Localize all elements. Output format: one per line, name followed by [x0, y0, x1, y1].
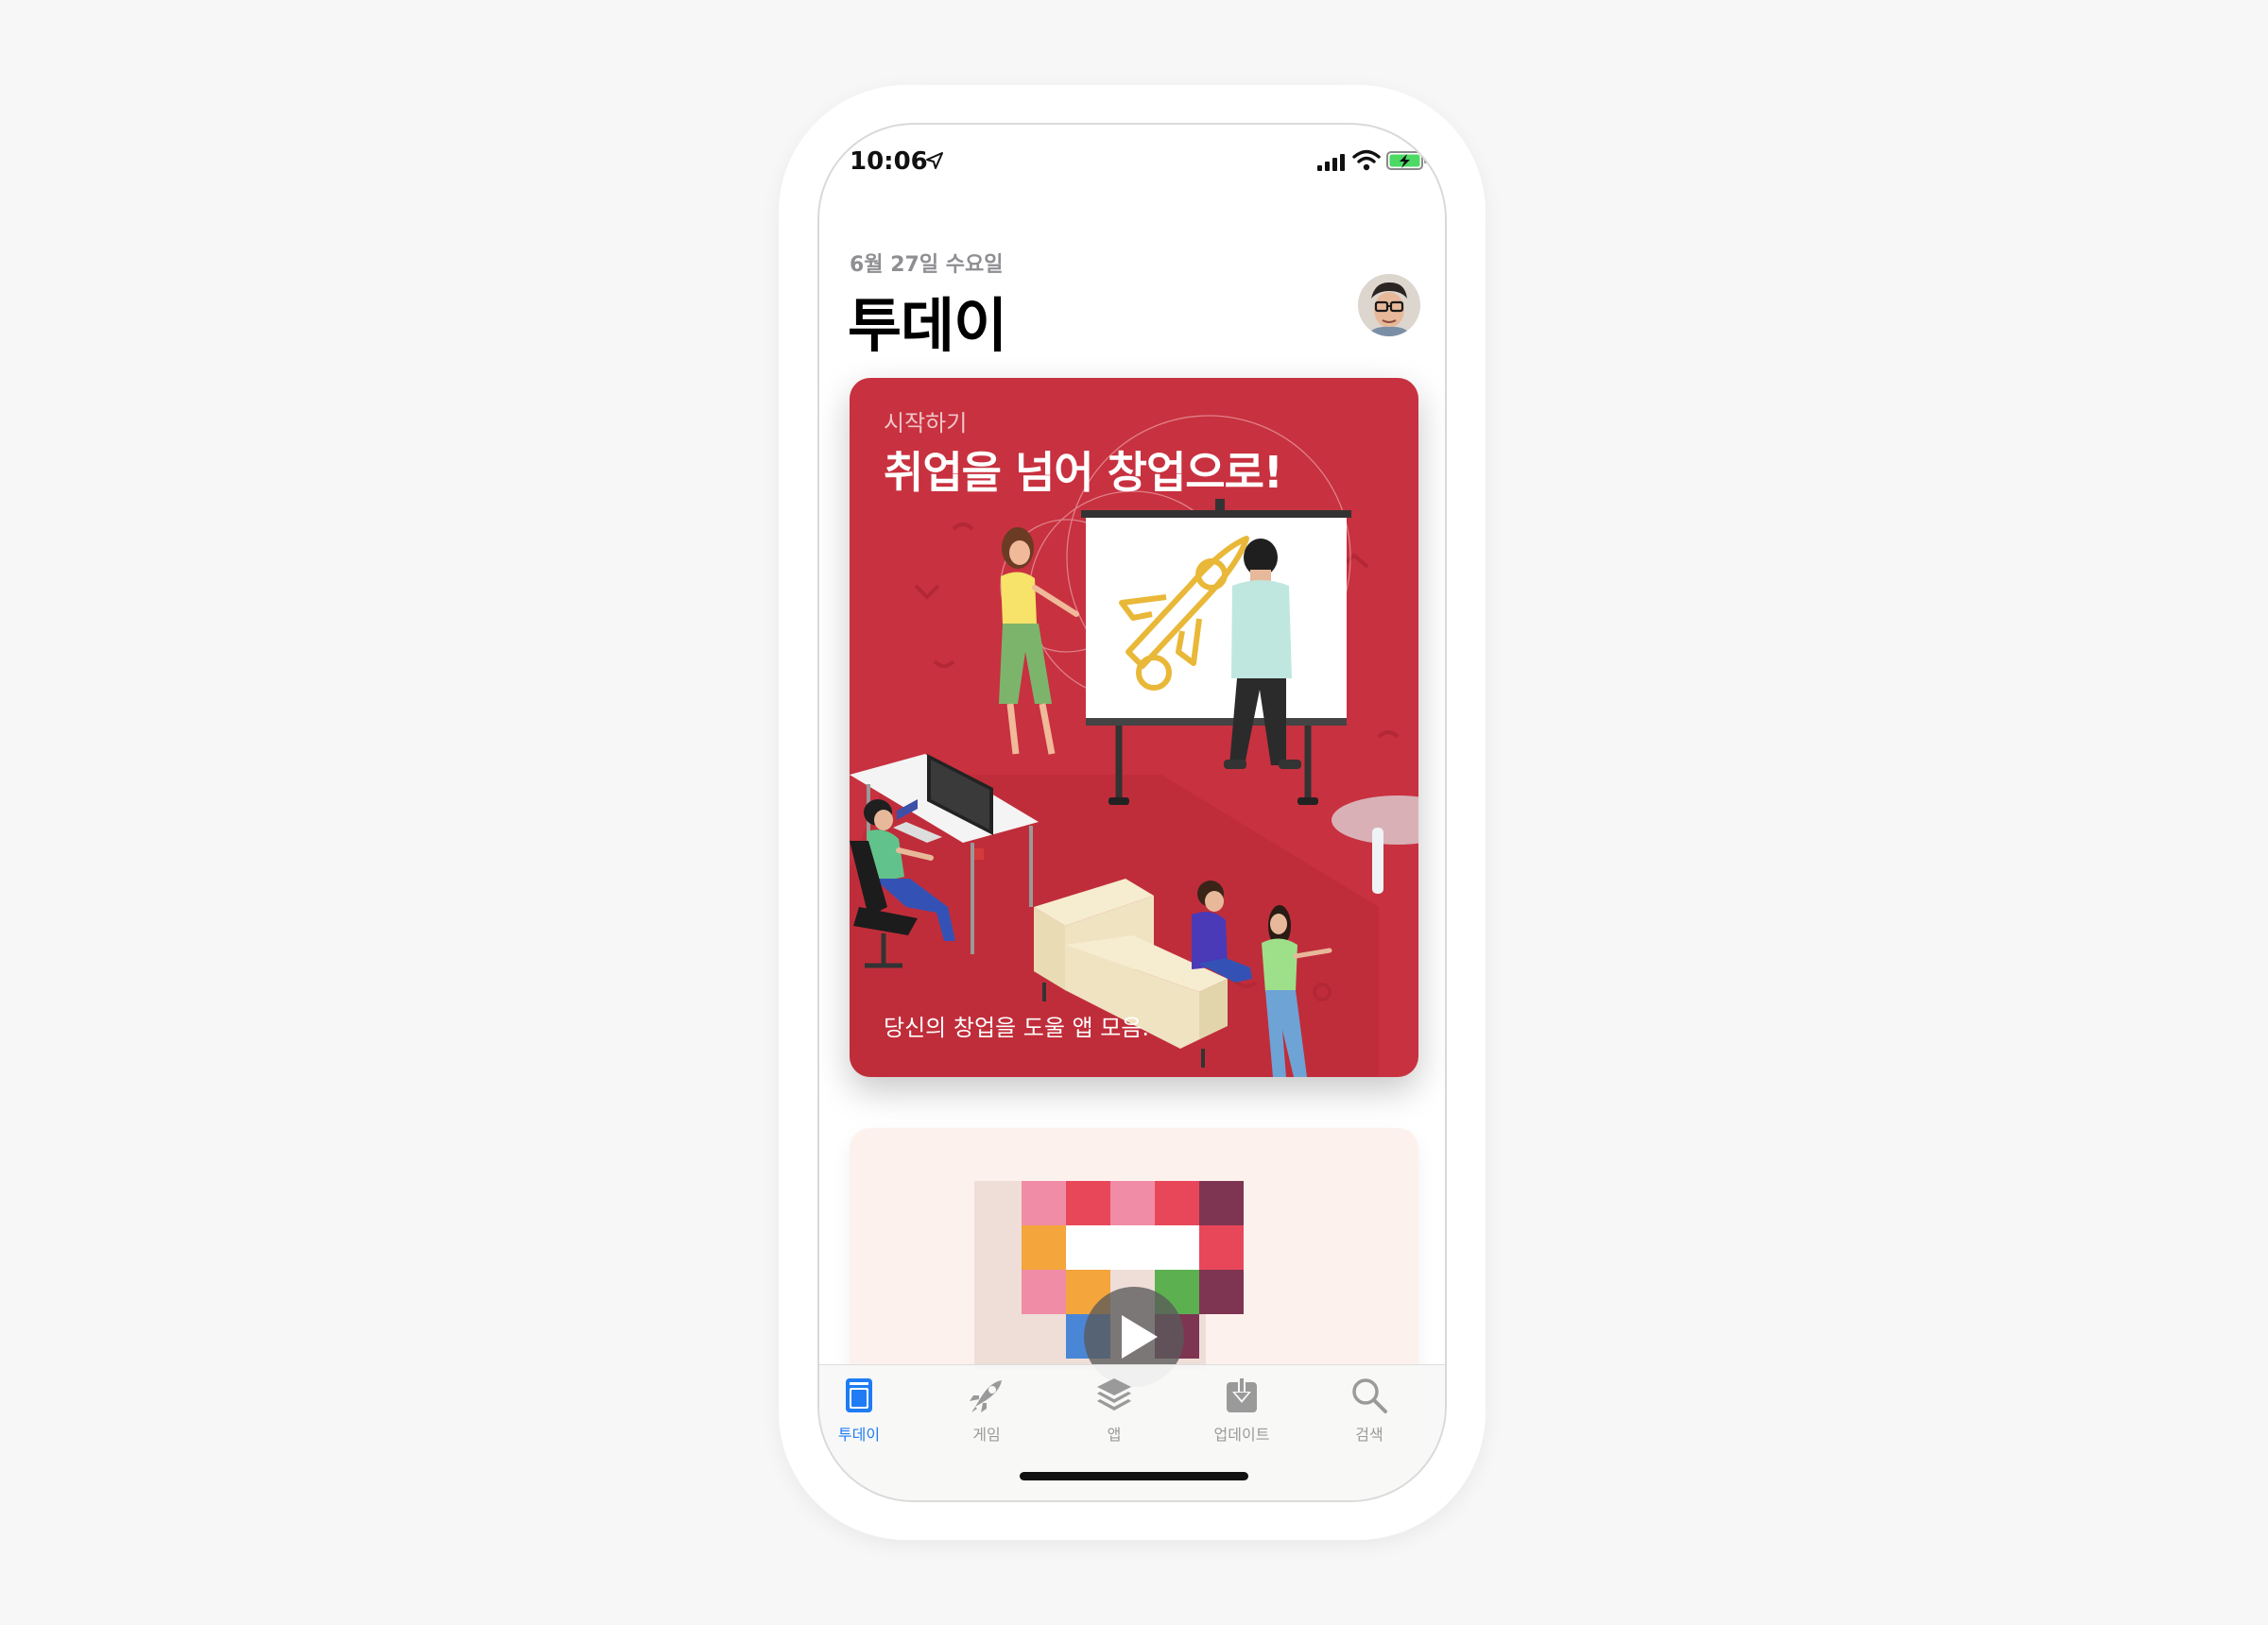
search-icon [1352, 1378, 1387, 1413]
page-title: 투데이 [848, 291, 1007, 360]
download-icon [1227, 1377, 1257, 1412]
tab-label-updates: 업데이트 [1213, 1426, 1270, 1444]
location-arrow-icon [926, 152, 943, 169]
tab-bar: 투데이 게임 앱 업데이트 검색 [819, 1364, 1445, 1500]
card-eyebrow: 시작하기 [884, 410, 968, 436]
wifi-icon [1352, 149, 1381, 171]
cellular-signal-icon [1317, 154, 1345, 171]
tab-apps[interactable]: 앱 [1057, 1375, 1171, 1445]
layers-icon [1097, 1378, 1131, 1411]
home-indicator[interactable] [1020, 1472, 1248, 1480]
phone-screen: 10:06 6월 27일 수요일 투데이 시작하기 취업을 넘어 창업으로! 당… [817, 123, 1447, 1502]
date-label: 6월 27일 수요일 [850, 253, 1004, 277]
today-icon [846, 1378, 872, 1412]
status-time: 10:06 [850, 147, 928, 176]
phone-frame: 10:06 6월 27일 수요일 투데이 시작하기 취업을 넘어 창업으로! 당… [779, 85, 1486, 1540]
tab-today[interactable]: 투데이 [819, 1375, 916, 1445]
status-bar: 10:06 [819, 125, 1445, 200]
tab-label-search: 검색 [1355, 1426, 1383, 1444]
battery-charging-icon [1386, 151, 1427, 170]
card-subtitle: 당신의 창업을 도울 앱 모음. [884, 1015, 1150, 1041]
tab-label-today: 투데이 [837, 1426, 881, 1444]
card-title: 취업을 넘어 창업으로! [884, 447, 1283, 498]
tab-label-apps: 앱 [1107, 1426, 1122, 1444]
tab-games[interactable]: 게임 [930, 1375, 1043, 1445]
tab-label-games: 게임 [972, 1426, 1001, 1444]
rocket-icon [970, 1380, 1002, 1412]
profile-photo [1358, 274, 1420, 336]
tab-search[interactable]: 검색 [1313, 1375, 1426, 1445]
today-feature-card[interactable]: 시작하기 취업을 넘어 창업으로! 당신의 창업을 도울 앱 모음. [850, 378, 1418, 1077]
tab-updates[interactable]: 업데이트 [1185, 1375, 1298, 1445]
profile-avatar[interactable] [1358, 274, 1420, 336]
